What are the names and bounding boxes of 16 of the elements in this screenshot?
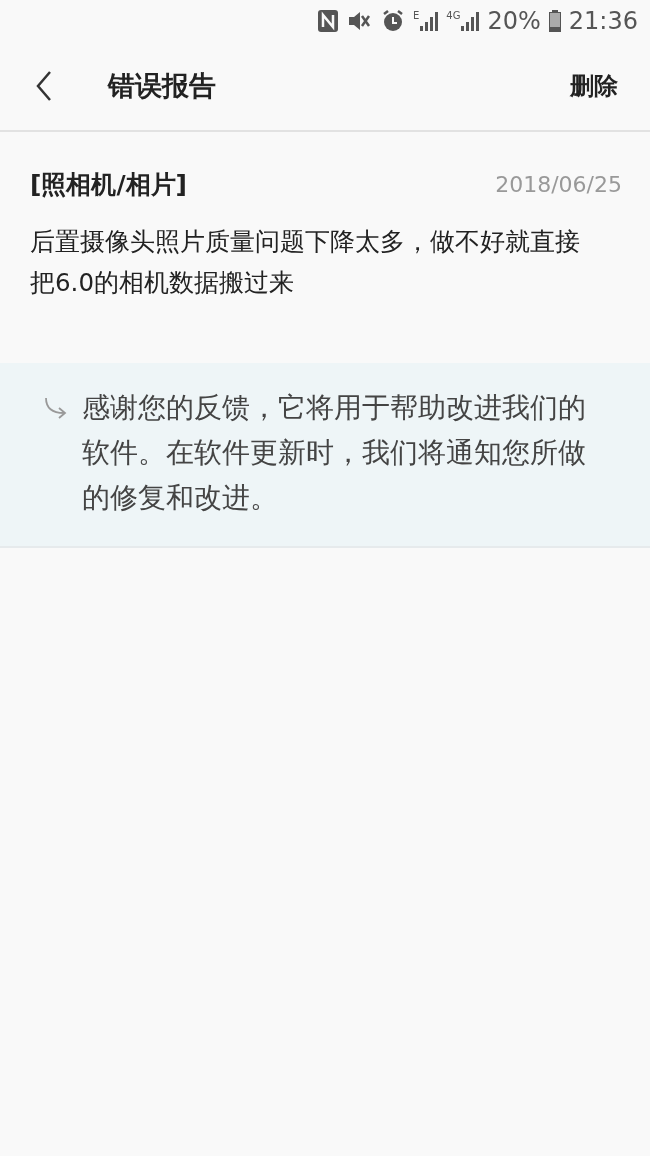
delete-button[interactable]: 删除 bbox=[562, 62, 626, 110]
network-type-label: 4G bbox=[446, 11, 461, 21]
reply-text: 感谢您的反馈，它将用于帮助改进我们的软件。在软件更新时，我们将通知您所做的修复和改进。 bbox=[82, 390, 587, 515]
reply-arrow-icon bbox=[44, 397, 68, 419]
battery-percent: 20% bbox=[487, 7, 541, 35]
report-text: 后置摄像头照片质量问题下降太多，做不好就直接把6.0的相机数据搬过来 bbox=[30, 226, 581, 299]
battery-icon bbox=[548, 10, 561, 32]
report-category: [照相机/相片] bbox=[30, 169, 187, 201]
clock-time: 21:36 bbox=[568, 7, 638, 35]
network-type-label: E bbox=[413, 11, 420, 21]
signal-icon bbox=[420, 11, 439, 31]
report-date: 2018/06/25 bbox=[495, 172, 622, 197]
back-icon bbox=[34, 70, 54, 102]
nfc-icon bbox=[317, 9, 340, 33]
page-title: 错误报告 bbox=[108, 69, 217, 103]
signal-icon bbox=[461, 11, 480, 31]
